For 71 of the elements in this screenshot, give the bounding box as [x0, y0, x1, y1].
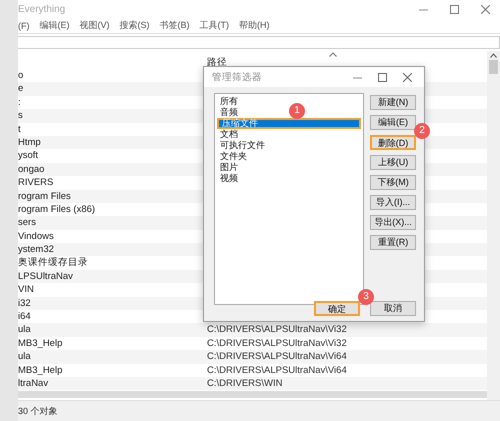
menu-item[interactable]: 工具(T)	[200, 19, 229, 32]
filter-action-button[interactable]: 导入(I)...	[370, 195, 416, 210]
filter-item[interactable]: 文件夹	[217, 151, 249, 162]
file-name-cell-text: ula	[18, 350, 32, 364]
sort-caret-icon	[329, 52, 337, 57]
column-header[interactable]: 路径	[205, 56, 487, 69]
path-cell-text: C:\DRIVERS\ALPSUltraNav\Vi32	[206, 323, 348, 337]
close-icon[interactable]	[481, 4, 490, 14]
maximize-icon[interactable]	[378, 72, 387, 82]
filter-item[interactable]: 视频	[217, 173, 240, 184]
scroll-thumb[interactable]	[489, 60, 498, 74]
vertical-scrollbar[interactable]	[487, 51, 500, 400]
file-name-cell-text: RIVERS	[18, 176, 54, 190]
file-name-cell-text: MB3_Help	[18, 364, 64, 377]
filter-list[interactable]: 所有 音频 压缩文件 1 文档 可执行文件 文件夹 图片 视频	[214, 93, 364, 305]
filter-item[interactable]: 所有	[217, 96, 240, 107]
search-field[interactable]	[18, 36, 500, 49]
file-name-cell-text: ongao	[18, 162, 46, 176]
filter-action-button[interactable]: 下移(M)	[370, 175, 416, 190]
filter-action-button[interactable]: 重置(R)	[370, 235, 416, 250]
filter-action-button[interactable]: 删除(D)	[370, 135, 416, 150]
filter-item[interactable]: 可执行文件	[217, 140, 267, 151]
close-icon[interactable]	[403, 72, 412, 82]
file-name-cell-text: Vindows	[18, 230, 55, 244]
cancel-button[interactable]: 取消	[370, 301, 416, 316]
file-name-cell-text: MB3_Help	[18, 336, 64, 350]
window-title: Everything	[18, 4, 66, 14]
filter-item[interactable]: 文档	[217, 129, 240, 140]
file-name-cell-text: i32	[18, 296, 32, 310]
path-cell-text: C:\DRIVERS\WIN	[206, 376, 284, 390]
file-name-cell-text: sers	[18, 216, 37, 230]
menu-item[interactable]: 书签(B)	[160, 19, 190, 32]
file-name-cell-text: rogram Files	[18, 190, 72, 203]
path-cell-text: C:\DRIVERS\ALPSUltraNav\Vi64	[206, 350, 348, 364]
filter-action-button[interactable]: 编辑(E)	[370, 115, 416, 130]
file-name-cell-text: ula	[18, 323, 32, 337]
step-number-badge: 1	[289, 103, 305, 119]
ok-button[interactable]: 确定	[314, 301, 360, 316]
menu-item[interactable]: 搜索(S)	[120, 19, 150, 32]
file-name-cell-text: ltraNav	[18, 376, 50, 390]
file-name-cell-text: :	[18, 96, 22, 110]
file-name-cell-text: i64	[18, 310, 32, 324]
filter-item[interactable]: 压缩文件	[217, 118, 361, 129]
file-name-cell-text: rogram Files (x86)	[18, 202, 96, 216]
file-name-cell-text: 奥课件缓存目录	[18, 256, 89, 270]
scroll-up-icon[interactable]	[490, 53, 497, 58]
file-name-cell-text: e	[18, 82, 24, 96]
file-name-cell-text: VIN	[18, 283, 35, 297]
file-name-cell-text: LPSUltraNav	[18, 270, 74, 284]
filter-action-button[interactable]: 导出(X)...	[370, 215, 416, 230]
dialog-title: 管理筛选器	[212, 70, 263, 84]
file-name-cell-text: Htmp	[18, 136, 42, 150]
filter-action-button[interactable]: 上移(U)	[370, 155, 416, 170]
menu-item[interactable]: 视图(V)	[80, 19, 110, 32]
step-number-badge: 2	[414, 123, 430, 139]
horizontal-scrollbar[interactable]	[18, 391, 487, 398]
path-cell-text: C:\DRIVERS\ALPSUltraNav\Vi64	[206, 364, 348, 377]
menu-item[interactable]: 帮助(H)	[239, 19, 270, 32]
filter-item[interactable]: 音频	[217, 107, 240, 118]
file-name-cell-text: s	[18, 109, 24, 123]
status-text: 30 个对象	[18, 404, 58, 418]
maximize-icon[interactable]	[450, 4, 459, 14]
menu-item[interactable]: (F)	[18, 20, 30, 30]
filter-action-button[interactable]: 新建(N)	[370, 95, 416, 110]
file-name-cell-text: ystem32	[18, 243, 55, 256]
file-name-cell-text: o	[18, 69, 24, 82]
menu-item[interactable]: 编辑(E)	[40, 19, 70, 32]
path-cell-text: C:\DRIVERS\ALPSUltraNav\Vi32	[206, 336, 348, 350]
filter-item[interactable]: 图片	[217, 162, 240, 173]
file-name-cell-text: ysoft	[18, 149, 40, 163]
file-name-cell-text: t	[18, 122, 22, 136]
